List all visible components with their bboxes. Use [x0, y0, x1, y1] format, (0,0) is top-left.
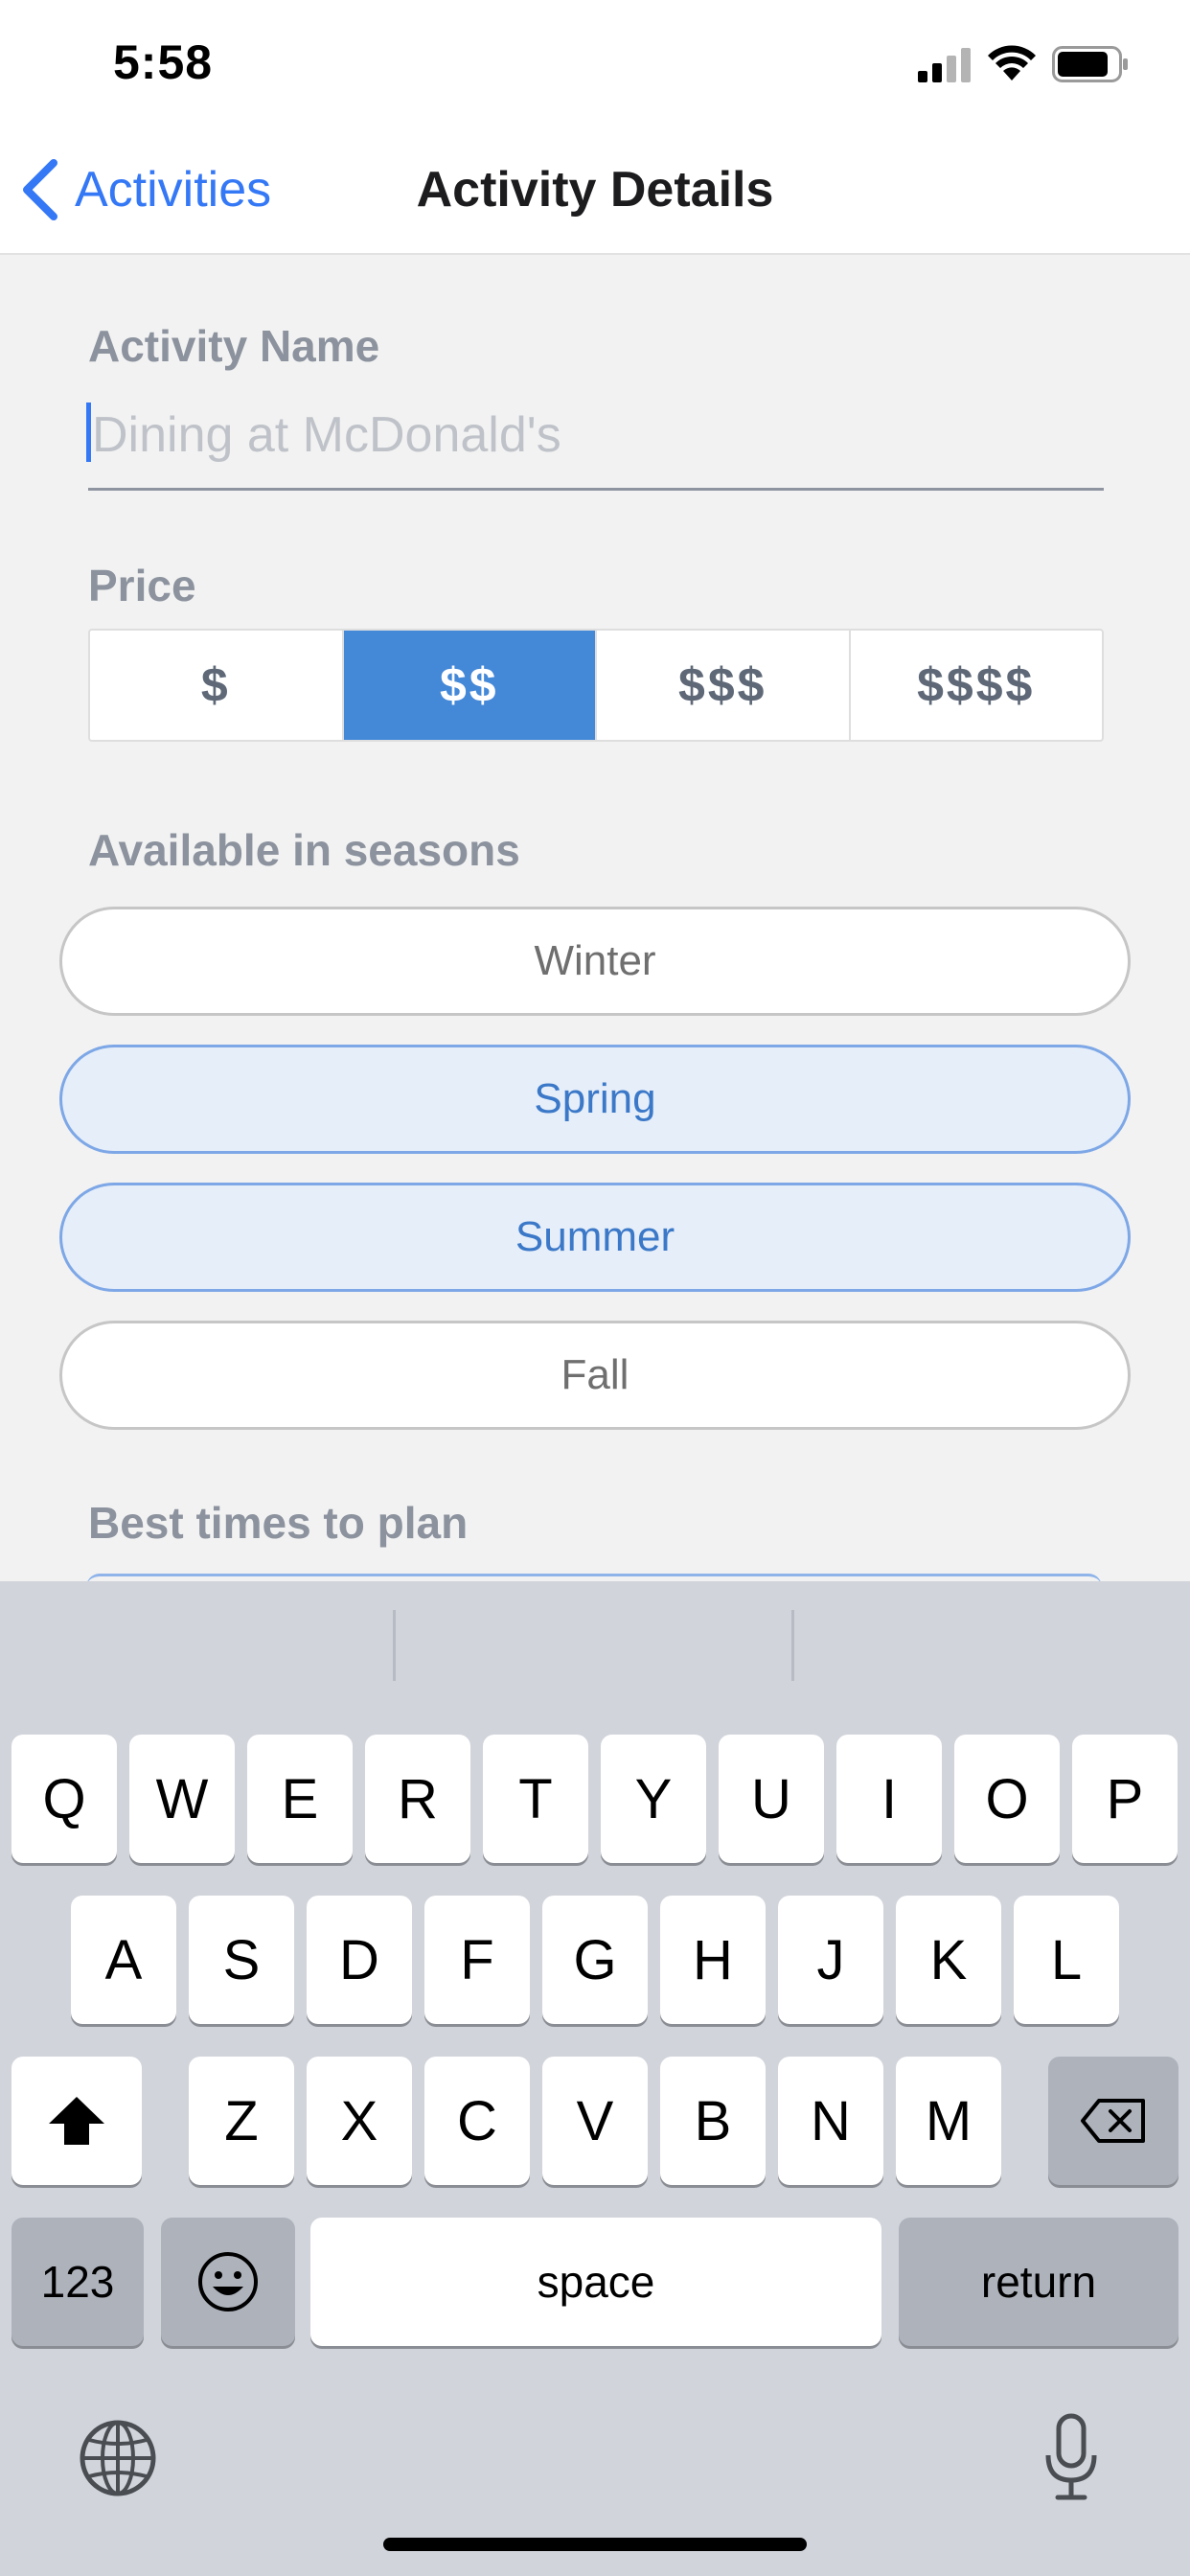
delete-icon [1081, 2099, 1145, 2143]
activity-name-input[interactable] [88, 393, 1104, 491]
key-j[interactable]: J [778, 1896, 883, 2024]
season-winter-button[interactable]: Winter [59, 907, 1131, 1016]
screen: 5:58 Activities Activity Details Activit… [0, 0, 1190, 2576]
battery-icon [1052, 46, 1128, 82]
text-cursor [86, 402, 91, 462]
key-w[interactable]: W [129, 1735, 235, 1863]
price-option-4[interactable]: $$$$ [851, 631, 1103, 740]
key-x[interactable]: X [307, 2057, 412, 2185]
status-bar: 5:58 [0, 0, 1190, 125]
key-z[interactable]: Z [189, 2057, 294, 2185]
space-key[interactable]: space [310, 2218, 881, 2346]
status-time: 5:58 [113, 35, 214, 89]
delete-key[interactable] [1048, 2057, 1179, 2185]
key-o[interactable]: O [954, 1735, 1060, 1863]
key-s[interactable]: S [189, 1896, 294, 2024]
shift-icon [49, 2097, 104, 2145]
emoji-key[interactable] [161, 2218, 295, 2346]
price-segmented-control: $ $$ $$$ $$$$ [88, 629, 1104, 742]
cellular-signal-icon [918, 48, 971, 82]
season-summer-button[interactable]: Summer [59, 1183, 1131, 1292]
price-option-3[interactable]: $$$ [597, 631, 851, 740]
key-m[interactable]: M [896, 2057, 1001, 2185]
numbers-key[interactable]: 123 [11, 2218, 144, 2346]
key-q[interactable]: Q [11, 1735, 117, 1863]
key-p[interactable]: P [1072, 1735, 1178, 1863]
suggestion-divider [393, 1610, 396, 1681]
return-key[interactable]: return [899, 2218, 1179, 2346]
microphone-icon[interactable] [1042, 2413, 1100, 2501]
navigation-bar: Activities Activity Details [0, 125, 1190, 255]
key-v[interactable]: V [542, 2057, 648, 2185]
keyboard: Q W E R T Y U I O P A S D F G H J K L Z … [0, 1581, 1190, 2576]
key-e[interactable]: E [247, 1735, 353, 1863]
suggestion-divider [791, 1610, 794, 1681]
price-option-2[interactable]: $$ [343, 631, 597, 740]
key-n[interactable]: N [778, 2057, 883, 2185]
activity-name-label: Activity Name [88, 321, 380, 371]
seasons-label: Available in seasons [88, 825, 520, 875]
home-indicator [383, 2538, 807, 2551]
page-title: Activity Details [416, 162, 774, 218]
key-k[interactable]: K [896, 1896, 1001, 2024]
best-times-label: Best times to plan [88, 1498, 469, 1548]
key-d[interactable]: D [307, 1896, 412, 2024]
season-spring-button[interactable]: Spring [59, 1045, 1131, 1154]
key-r[interactable]: R [365, 1735, 470, 1863]
key-g[interactable]: G [542, 1896, 648, 2024]
season-fall-button[interactable]: Fall [59, 1321, 1131, 1430]
key-c[interactable]: C [424, 2057, 530, 2185]
key-i[interactable]: I [836, 1735, 942, 1863]
key-l[interactable]: L [1014, 1896, 1119, 2024]
key-b[interactable]: B [660, 2057, 766, 2185]
key-h[interactable]: H [660, 1896, 766, 2024]
key-t[interactable]: T [483, 1735, 588, 1863]
key-f[interactable]: F [424, 1896, 530, 2024]
key-a[interactable]: A [71, 1896, 176, 2024]
shift-key[interactable] [11, 2057, 142, 2185]
key-y[interactable]: Y [601, 1735, 706, 1863]
key-u[interactable]: U [719, 1735, 824, 1863]
emoji-icon [198, 2252, 258, 2312]
price-label: Price [88, 561, 196, 610]
globe-icon[interactable] [79, 2419, 157, 2497]
price-option-1[interactable]: $ [90, 631, 344, 740]
wifi-icon [988, 45, 1036, 80]
